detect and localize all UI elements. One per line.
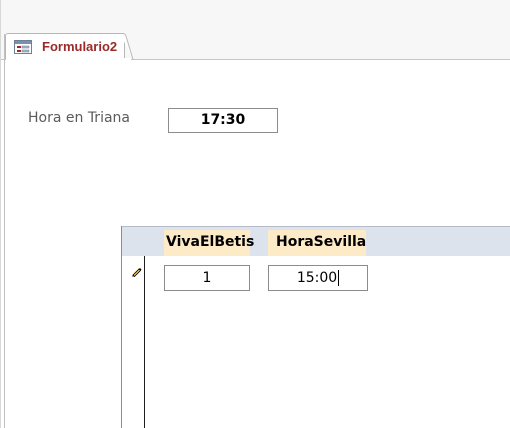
- tab-edge: [120, 33, 134, 60]
- hora-en-triana-label: Hora en Triana: [28, 110, 130, 126]
- text-caret: [338, 270, 340, 286]
- form-icon: [14, 39, 32, 54]
- hora-en-triana-field[interactable]: 17:30: [168, 108, 278, 133]
- tab-label: Formulario2: [42, 39, 118, 54]
- column-header-horasevilla[interactable]: HoraSevilla: [268, 230, 366, 256]
- column-header-vivaelbetis[interactable]: VivaElBetis: [164, 230, 254, 256]
- tab-join: [6, 58, 131, 60]
- window-left-edge: [0, 0, 1, 428]
- tab-formulario2[interactable]: Formulario2: [5, 33, 125, 59]
- horasevilla-cell[interactable]: 15:00: [268, 265, 368, 291]
- horasevilla-value: 15:00: [296, 270, 338, 286]
- pencil-edit-icon: [131, 262, 142, 278]
- record-selector[interactable]: [122, 256, 145, 428]
- vivaelbetis-cell[interactable]: 1: [164, 265, 250, 291]
- form-left-border: [4, 34, 5, 428]
